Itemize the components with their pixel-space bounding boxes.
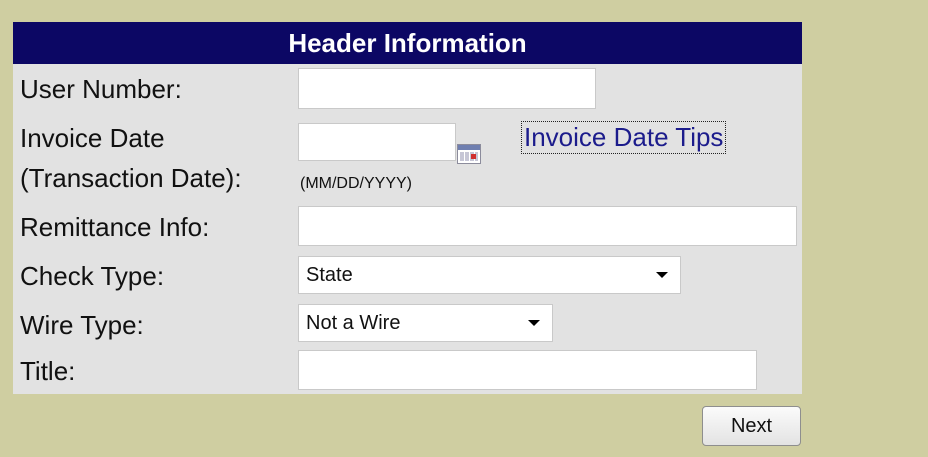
- title-label: Title:: [20, 356, 76, 386]
- remittance-info-input[interactable]: [298, 206, 797, 246]
- date-format-hint: (MM/DD/YYYY): [300, 175, 412, 192]
- user-number-label: User Number:: [20, 74, 182, 104]
- header-information-panel: Header Information User Number: Invoice …: [13, 22, 802, 394]
- check-type-label: Check Type:: [20, 261, 165, 291]
- title-input[interactable]: [298, 350, 757, 390]
- user-number-input[interactable]: [298, 68, 596, 109]
- wire-type-selected-value: Not a Wire: [306, 312, 401, 334]
- invoice-date-input[interactable]: [298, 123, 456, 161]
- check-type-select[interactable]: State: [298, 256, 681, 294]
- dropdown-arrow-icon: [656, 272, 668, 278]
- wire-type-select[interactable]: Not a Wire: [298, 304, 553, 342]
- calendar-icon-header: [458, 145, 480, 150]
- next-button[interactable]: Next: [702, 406, 801, 446]
- invoice-date-tips-link[interactable]: Invoice Date Tips: [520, 121, 727, 154]
- wire-type-label: Wire Type:: [20, 310, 144, 340]
- panel-title: Header Information: [13, 22, 802, 64]
- check-type-selected-value: State: [306, 264, 353, 286]
- calendar-icon-marker: [471, 154, 476, 159]
- dropdown-arrow-icon: [528, 320, 540, 326]
- transaction-date-label: (Transaction Date):: [20, 163, 242, 193]
- invoice-date-label: Invoice Date: [20, 123, 165, 153]
- remittance-info-label: Remittance Info:: [20, 212, 210, 242]
- calendar-icon[interactable]: [457, 144, 481, 164]
